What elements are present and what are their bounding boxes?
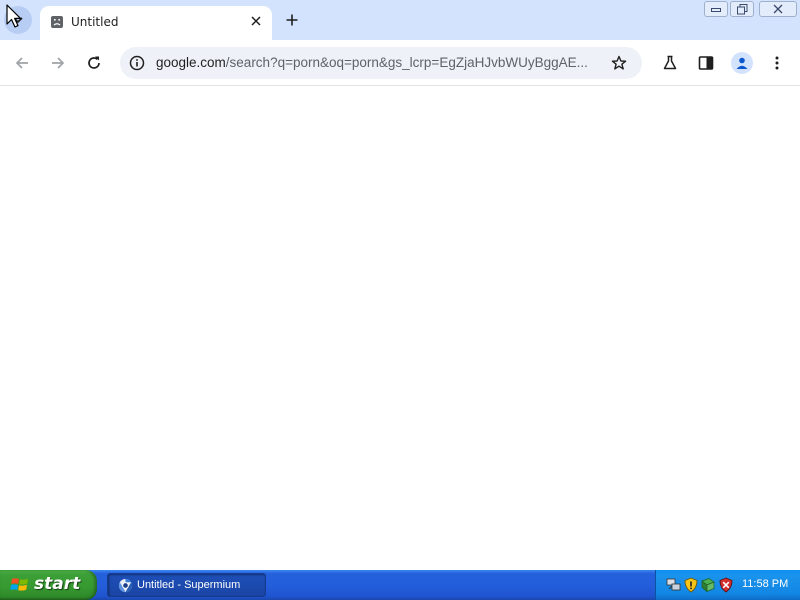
- start-label: start: [34, 574, 81, 594]
- omnibox[interactable]: google.com/search?q=porn&oq=porn&gs_lcrp…: [120, 47, 642, 79]
- antivirus-shield-icon[interactable]: [718, 577, 734, 593]
- plus-icon: [286, 14, 298, 26]
- minimize-icon: [711, 8, 721, 12]
- minimize-button[interactable]: [704, 1, 728, 17]
- start-button[interactable]: start: [0, 570, 97, 600]
- forward-button[interactable]: [46, 51, 70, 75]
- bookmark-button[interactable]: [609, 53, 629, 73]
- flask-icon: [663, 55, 677, 70]
- url-text[interactable]: google.com/search?q=porn&oq=porn&gs_lcrp…: [156, 55, 606, 70]
- back-button[interactable]: [10, 51, 34, 75]
- profile-button[interactable]: [731, 52, 753, 74]
- security-shield-icon[interactable]: [683, 577, 699, 593]
- taskbar-item-label: Untitled - Supermium: [137, 579, 241, 591]
- tab-title: Untitled: [71, 15, 119, 29]
- arrow-left-icon: [15, 57, 28, 69]
- labs-button[interactable]: [658, 51, 682, 75]
- new-tab-button[interactable]: [283, 11, 301, 29]
- browser-toolbar: google.com/search?q=porn&oq=porn&gs_lcrp…: [0, 40, 800, 86]
- site-info-button[interactable]: [128, 54, 146, 72]
- kebab-menu-icon: [775, 56, 779, 70]
- close-window-button[interactable]: [759, 1, 797, 17]
- clock: 11:58 PM: [742, 578, 789, 590]
- url-host: google.com: [156, 55, 226, 70]
- reload-icon: [88, 56, 100, 69]
- person-icon: [736, 57, 748, 69]
- network-icon[interactable]: [666, 577, 682, 593]
- arrow-right-icon: [52, 57, 65, 69]
- reload-button[interactable]: [82, 51, 106, 75]
- page-content[interactable]: [0, 87, 800, 570]
- browser-window: Untitled google.com/search?q=porn&oq=por…: [0, 0, 800, 570]
- url-path: /search?q=porn&oq=porn&gs_lcrp=EgZjaHJvb…: [225, 55, 588, 70]
- side-panel-icon: [698, 56, 714, 70]
- taskbar-item-supermium[interactable]: Untitled - Supermium: [107, 573, 266, 597]
- menu-button[interactable]: [765, 51, 789, 75]
- tab-strip: Untitled: [0, 0, 800, 40]
- tab-active[interactable]: Untitled: [40, 6, 272, 40]
- update-icon[interactable]: [700, 577, 716, 593]
- close-icon: [251, 16, 261, 26]
- side-panel-button[interactable]: [694, 51, 718, 75]
- star-icon: [611, 55, 627, 70]
- taskbar: start Untitled - Supermium 11:58 PM: [0, 570, 800, 600]
- window-controls: [704, 0, 798, 18]
- system-tray: 11:58 PM: [655, 570, 800, 600]
- info-icon: [129, 55, 145, 71]
- close-icon: [773, 4, 783, 14]
- supermium-icon: [118, 578, 133, 593]
- sad-page-icon: [51, 16, 63, 28]
- windows-logo-icon: [10, 578, 28, 591]
- restore-icon: [736, 3, 747, 14]
- restore-button[interactable]: [730, 1, 754, 17]
- mouse-cursor-icon: [6, 4, 22, 28]
- tab-close-button[interactable]: [248, 13, 264, 29]
